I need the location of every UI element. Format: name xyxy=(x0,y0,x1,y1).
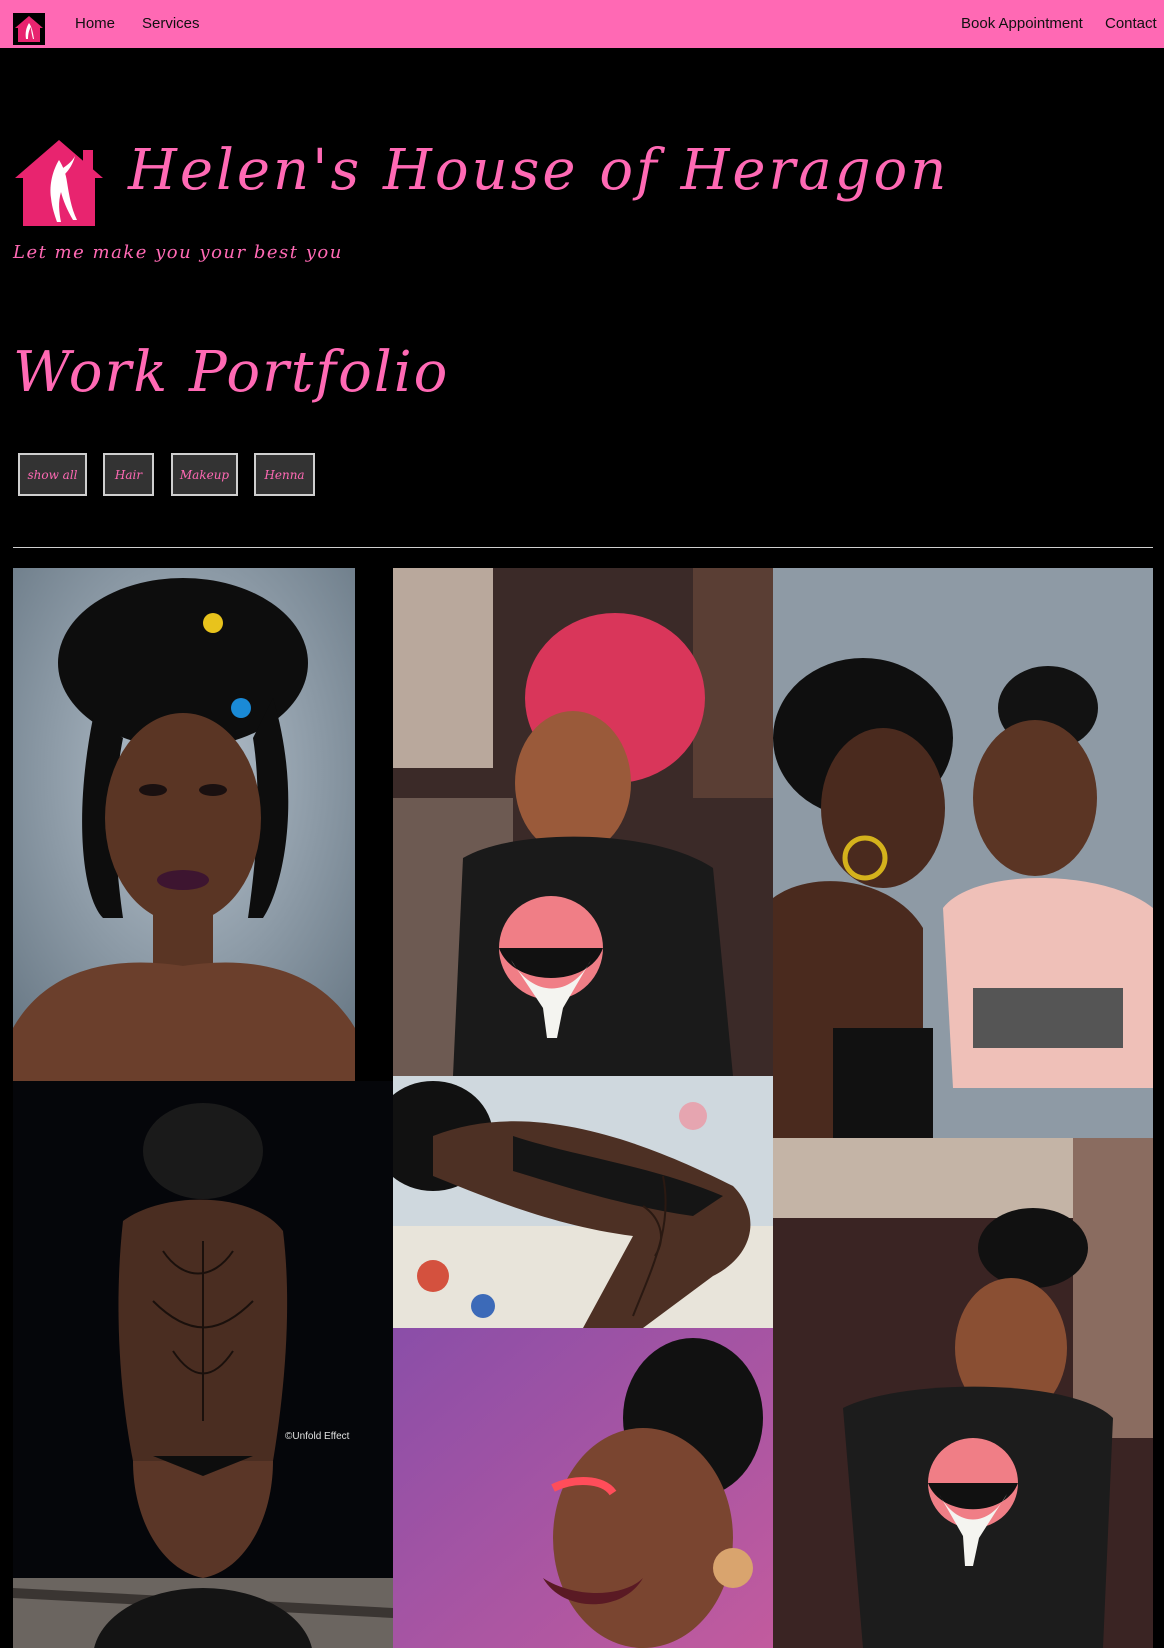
portfolio-photo-back-henna[interactable]: ©Unfold Effect xyxy=(13,1081,393,1578)
house-logo-icon xyxy=(13,138,105,230)
portfolio-photo-locs-bottom[interactable] xyxy=(13,1578,393,1648)
photo-watermark: ©Unfold Effect xyxy=(285,1431,350,1442)
portfolio-photo-red-gele-makeup[interactable] xyxy=(393,568,773,1076)
site-title: Helen's House of Heragon xyxy=(128,138,950,203)
top-navbar: Home Services Book Appointment Contact xyxy=(0,0,1164,48)
filter-show-all-button[interactable]: show all xyxy=(18,453,87,496)
section-divider xyxy=(13,547,1153,548)
nav-logo-icon[interactable] xyxy=(13,13,45,45)
site-tagline: Let me make you your best you xyxy=(13,242,343,263)
portfolio-title: Work Portfolio xyxy=(13,340,450,405)
nav-book-appointment-link[interactable]: Book Appointment xyxy=(961,15,1083,32)
filter-hair-button[interactable]: Hair xyxy=(103,453,154,496)
nav-contact-link[interactable]: Contact xyxy=(1105,15,1157,32)
nav-services-link[interactable]: Services xyxy=(142,15,200,32)
portfolio-photo-mother-daughter[interactable] xyxy=(773,568,1153,1138)
filter-makeup-button[interactable]: Makeup xyxy=(171,453,238,496)
filter-henna-button[interactable]: Henna xyxy=(254,453,315,496)
nav-home-link[interactable]: Home xyxy=(75,15,115,32)
portfolio-photo-purple-backdrop[interactable] xyxy=(393,1328,773,1648)
portfolio-photo-locs-portrait[interactable] xyxy=(13,568,355,1081)
portfolio-photo-red-makeup-seated[interactable] xyxy=(773,1138,1153,1648)
portfolio-photo-leg-henna[interactable] xyxy=(393,1076,773,1328)
